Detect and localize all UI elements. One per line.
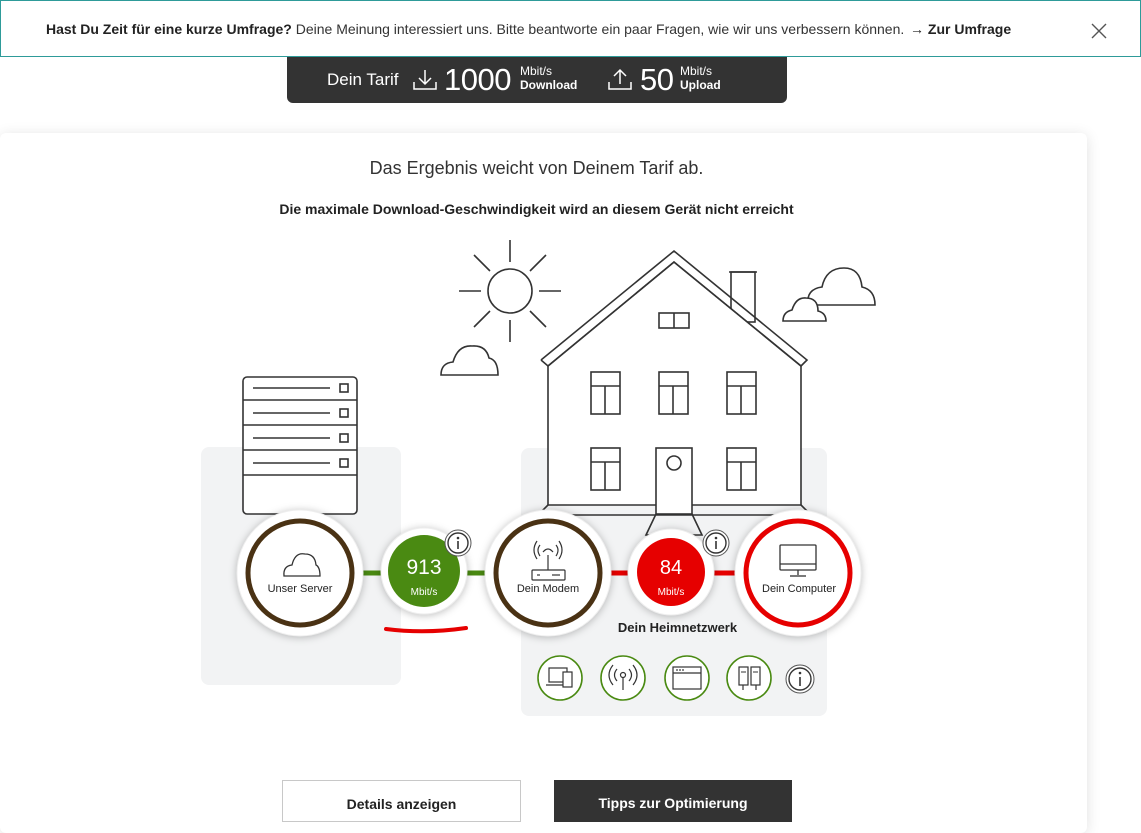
wifi-antenna-icon[interactable] (600, 655, 646, 701)
computer-node (734, 509, 862, 637)
info-icon[interactable] (785, 664, 815, 694)
powerline-icon[interactable] (726, 655, 772, 701)
heimnetz-label: Dein Heimnetzwerk (617, 620, 738, 635)
server-rack-icon (242, 376, 358, 515)
red-underline (384, 626, 468, 634)
browser-window-icon[interactable] (664, 655, 710, 701)
speed-unit: Mbit/s (657, 587, 685, 598)
house-icon (537, 249, 812, 536)
modem-node (484, 509, 612, 637)
network-illustration (236, 240, 876, 701)
speed-unit: Mbit/s (410, 587, 438, 598)
info-icon[interactable] (444, 529, 472, 557)
speed-value-84: 84 (659, 557, 683, 579)
sun-icon (459, 240, 561, 342)
speed-value-913: 913 (406, 556, 442, 579)
laptop-phone-icon[interactable] (537, 655, 583, 701)
server-label: Unser Server (267, 583, 333, 595)
computer-label: Dein Computer (762, 583, 836, 595)
info-icon[interactable] (702, 529, 730, 557)
modem-label: Dein Modem (516, 583, 580, 595)
server-node (236, 509, 364, 637)
